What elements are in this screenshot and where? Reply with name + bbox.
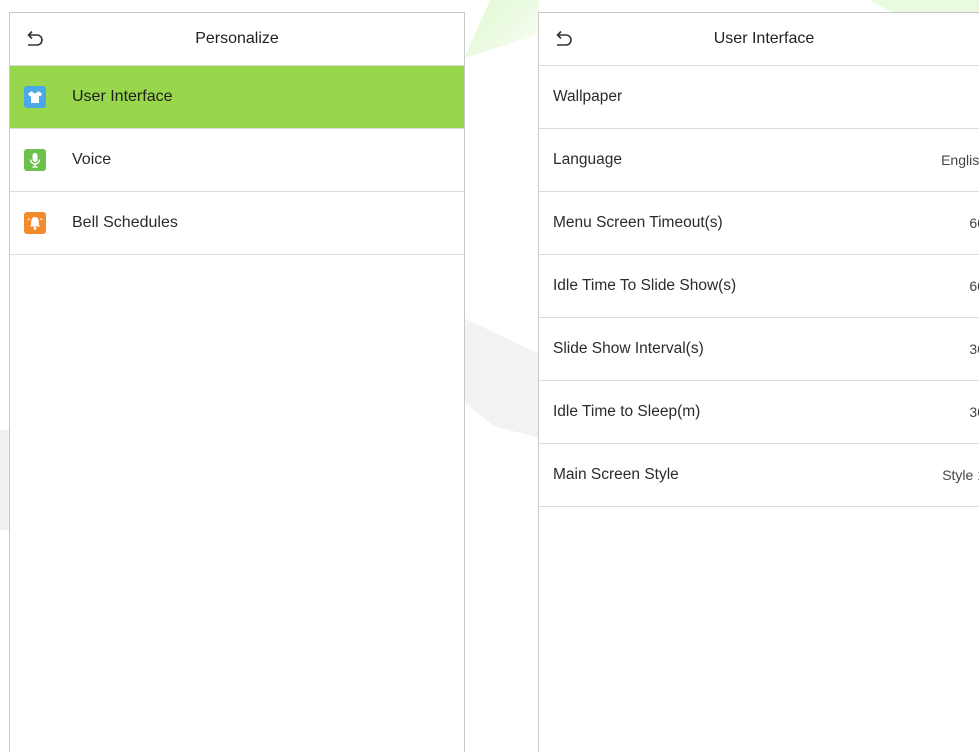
menu-item-label: Voice — [72, 151, 112, 168]
setting-value: English — [941, 152, 979, 168]
menu-item-voice[interactable]: Voice — [10, 129, 464, 192]
user-interface-panel: User Interface Wallpaper Language Englis… — [538, 12, 979, 752]
microphone-icon — [24, 149, 46, 171]
menu-item-user-interface[interactable]: User Interface — [10, 66, 464, 129]
setting-label: Idle Time To Slide Show(s) — [553, 277, 737, 294]
menu-item-label: User Interface — [72, 88, 173, 105]
setting-value: 30 — [969, 341, 979, 357]
background-decoration — [464, 0, 539, 58]
shirt-icon — [24, 86, 46, 108]
user-interface-header: User Interface — [539, 13, 979, 66]
back-arrow-icon[interactable] — [22, 27, 46, 51]
setting-label: Idle Time to Sleep(m) — [553, 403, 701, 420]
setting-value: Style 1 — [942, 467, 979, 483]
personalize-panel: Personalize User Interface Voice Bell Sc… — [9, 12, 465, 752]
setting-idle-time-to-sleep[interactable]: Idle Time to Sleep(m) 30 — [539, 381, 979, 444]
setting-wallpaper[interactable]: Wallpaper — [539, 66, 979, 129]
personalize-header: Personalize — [10, 13, 464, 66]
menu-item-label: Bell Schedules — [72, 214, 178, 231]
page-title: Personalize — [195, 30, 279, 47]
setting-idle-time-to-slide-show[interactable]: Idle Time To Slide Show(s) 60 — [539, 255, 979, 318]
setting-label: Menu Screen Timeout(s) — [553, 214, 723, 231]
setting-main-screen-style[interactable]: Main Screen Style Style 1 — [539, 444, 979, 507]
page-title: User Interface — [713, 30, 815, 47]
menu-item-bell-schedules[interactable]: Bell Schedules — [10, 192, 464, 255]
setting-label: Slide Show Interval(s) — [553, 340, 704, 357]
setting-label: Wallpaper — [553, 88, 623, 105]
back-arrow-icon[interactable] — [551, 27, 575, 51]
setting-value: 60 — [969, 278, 979, 294]
setting-label: Main Screen Style — [553, 466, 679, 483]
setting-language[interactable]: Language English — [539, 129, 979, 192]
setting-menu-screen-timeout[interactable]: Menu Screen Timeout(s) 60 — [539, 192, 979, 255]
setting-label: Language — [553, 151, 622, 168]
bell-icon — [24, 212, 46, 234]
background-decoration — [464, 318, 539, 438]
setting-value: 60 — [969, 215, 979, 231]
setting-value: 30 — [969, 404, 979, 420]
setting-slide-show-interval[interactable]: Slide Show Interval(s) 30 — [539, 318, 979, 381]
